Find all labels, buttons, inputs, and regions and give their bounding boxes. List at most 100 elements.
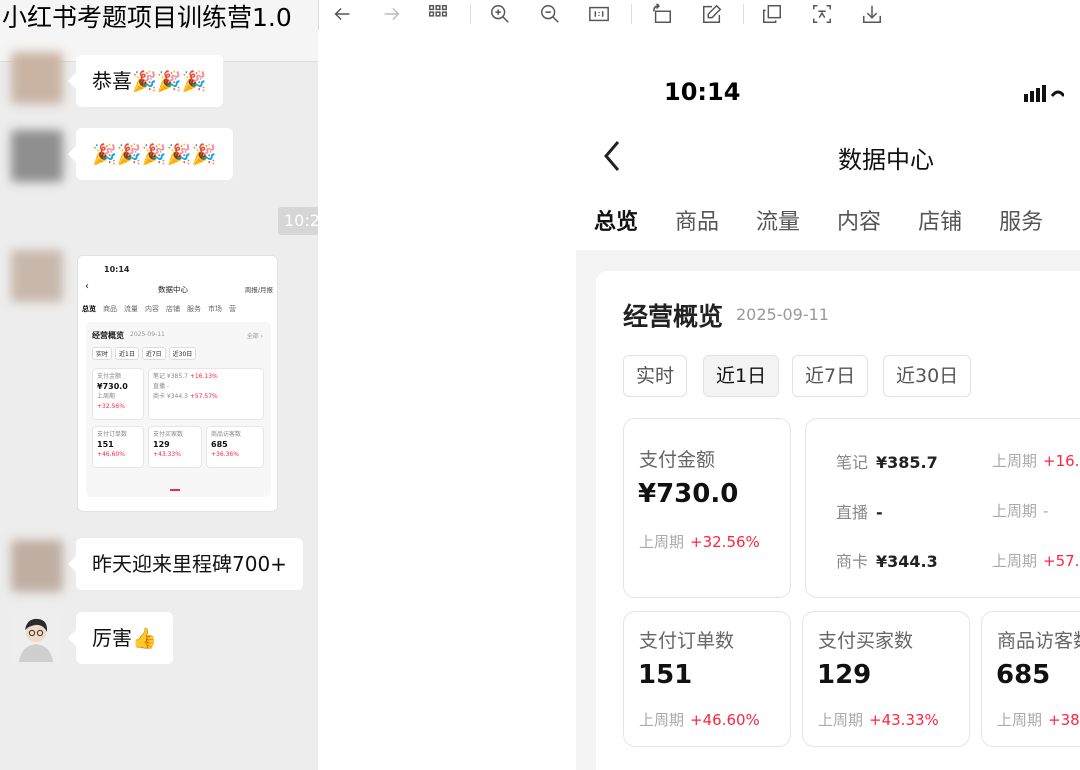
timestamp: 10:2 [278,207,318,235]
mini-prev: 上周期 [97,393,116,400]
mini-value: ¥730.0 [97,382,128,391]
section-date: 2025-09-11 [736,305,829,324]
mini-page-indicator [170,489,180,491]
mini-tab: 店铺 [166,305,180,313]
metric-label: 支付金额 [639,449,716,471]
breakdown-value: - [876,503,883,522]
mini-tab: 营 [229,305,236,313]
metric-value: 685 [996,660,1051,690]
tab-traffic[interactable]: 流量 [756,204,800,236]
metric-prev: 上周期 +32.56% [639,531,760,552]
breakdown-label: 笔记 [836,453,869,472]
mini-card: 笔记 ¥385.7 +16.13% 直播 - 商卡 ¥344.3 +57.57% [148,368,264,420]
copy-icon[interactable] [759,2,785,26]
download-icon[interactable] [859,2,885,26]
metric-label: 支付订单数 [639,630,735,652]
toolbar-divider [470,4,471,24]
tab-overview[interactable]: 总览 [594,204,638,236]
breakdown-card[interactable]: 笔记¥385.7 上周期+16.1 直播- 上周期- 商卡¥344.3 上周期+… [805,418,1080,598]
zoom-in-icon[interactable] [487,2,513,26]
status-time: 10:14 [664,78,741,106]
prev-label: 上周期 [992,552,1038,570]
translate-icon[interactable] [809,2,835,26]
mini-label: 商品访客数 [211,431,242,438]
mini-panel: 经营概览 2025-09-11 全部 › 实时 近1日 近7日 近30日 支付金额 ¥… [86,322,271,497]
viewer-toolbar [318,0,1080,30]
avatar[interactable] [11,52,63,104]
metric-prev: 上周期 +46.60% [639,709,760,730]
period-realtime[interactable]: 实时 [623,355,688,397]
mini-bd: 直播 - [153,383,170,390]
actual-size-icon[interactable] [586,2,612,26]
metric-card-payment[interactable]: 支付金额 ¥730.0 上周期 +32.56% [623,418,791,598]
period-7d[interactable]: 近7日 [792,355,869,397]
avatar[interactable] [11,130,63,182]
tab-content[interactable]: 内容 [837,204,881,236]
message-bubble[interactable]: 厉害👍 [68,612,173,664]
grid-icon[interactable] [425,2,451,26]
mini-pills: 实时 近1日 近7日 近30日 [92,347,199,360]
message-bubble[interactable]: 昨天迎来里程碑700+ [68,538,303,590]
tab-service[interactable]: 服务 [999,204,1043,236]
change-value: +38 [1048,711,1080,729]
breakdown-value: ¥344.3 [876,552,938,571]
section-title: 经营概览 [623,302,724,331]
change-value: +46.60% [690,711,760,729]
period-30d[interactable]: 近30日 [883,355,972,397]
edit-icon[interactable] [699,2,725,26]
image-message[interactable]: 10:14 ‹ 数据中心 周报/月报 总览 商品 流量 内容 店铺 服务 市场营 经营概览 … [77,255,278,512]
mini-tab: 总览 [82,305,96,313]
metric-card-visitors[interactable]: 商品访客数 685 上周期 +38 [981,611,1080,747]
tab-products[interactable]: 商品 [675,204,719,236]
tab-store[interactable]: 店铺 [918,204,962,236]
mini-label: 支付金额 [97,373,122,380]
avatar[interactable] [11,612,61,662]
mini-label: 支付买家数 [153,431,184,438]
mini-tab: 市场 [208,305,222,313]
prev-label: 上周期 [997,711,1043,729]
breakdown-row: 商卡 ¥344.3 [836,548,938,572]
change-value: - [1043,502,1049,520]
change-value: +16.1 [1043,452,1080,470]
mini-tab: 商品 [103,305,117,313]
avatar[interactable] [11,250,63,302]
mini-label: 支付订单数 [97,431,128,438]
metric-label: 商品访客数 [997,630,1080,652]
mini-pill: 近30日 [168,347,197,360]
mini-bd: 笔记 ¥385.7 [153,373,188,380]
breakdown-prev: 上周期 +16.1 [992,450,1080,471]
change-value: +43.33% [869,711,939,729]
arrow-left-icon[interactable] [329,2,355,26]
chat-panel: 小红书考题项目训练营1.0 恭喜🎉🎉🎉 🎉🎉🎉🎉🎉 10:2 10:14 ‹ 数… [0,0,318,770]
mini-time: 10:14 [104,265,130,274]
mini-pill: 近1日 [115,347,139,360]
rotate-icon[interactable] [649,2,675,26]
mini-card: 支付买家数 129 +43.33% [148,426,202,468]
arrow-right-icon[interactable] [379,2,405,26]
prev-label: 上周期 [639,533,685,551]
mini-change: +36.36% [211,451,239,458]
mini-value: 151 [97,440,114,449]
metric-prev: 上周期 +43.33% [818,709,939,730]
mini-date: 2025-09-11 [130,331,165,338]
mini-bd: 商卡 ¥344.3 [153,393,188,400]
metric-card-buyers[interactable]: 支付买家数 129 上周期 +43.33% [802,611,970,747]
breakdown-row: 直播 - [836,499,883,523]
mini-card: 支付订单数 151 +46.60% [92,426,144,468]
mini-card: 商品访客数 685 +36.36% [206,426,264,468]
mini-change: +46.60% [97,451,125,458]
change-value: +57. [1043,552,1080,570]
mini-value: 129 [153,440,170,449]
breakdown-value: ¥385.7 [876,453,938,472]
metric-card-orders[interactable]: 支付订单数 151 上周期 +46.60% [623,611,791,747]
zoom-out-icon[interactable] [537,2,563,26]
breakdown-label: 商卡 [836,552,869,571]
avatar[interactable] [11,540,63,592]
overview-panel: 经营概览 2025-09-11 实时 近1日 近7日 近30日 支付金额 ¥73… [596,271,1080,770]
message-bubble[interactable]: 🎉🎉🎉🎉🎉 [68,128,233,180]
message-bubble[interactable]: 恭喜🎉🎉🎉 [68,55,223,107]
back-icon[interactable] [600,138,624,174]
mini-tab: 服务 [187,305,201,313]
mini-all: 全部 › [246,333,263,340]
period-1d[interactable]: 近1日 [703,355,780,397]
